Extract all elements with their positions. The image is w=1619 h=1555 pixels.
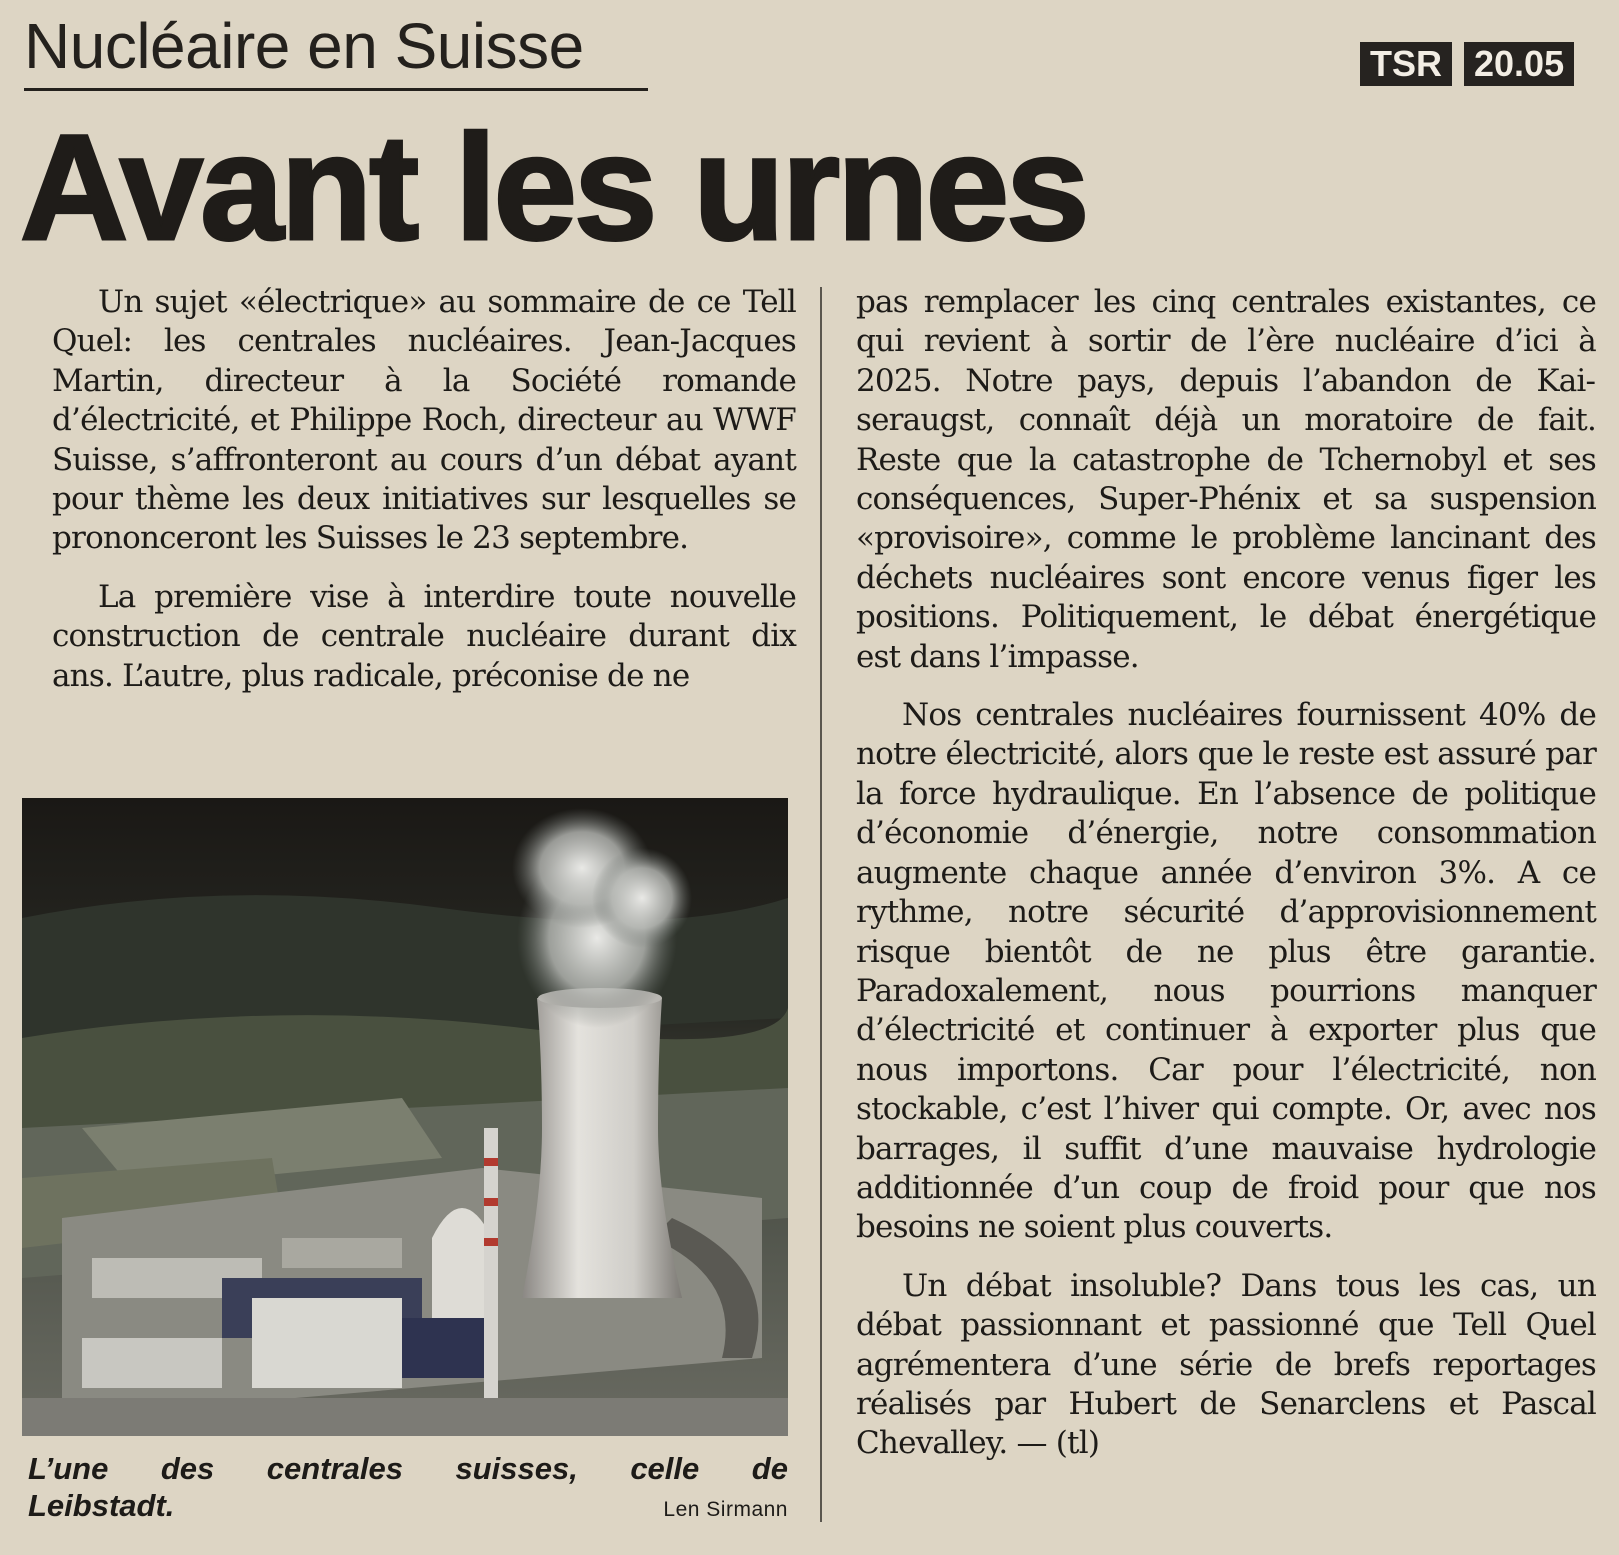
caption-word: L’une <box>28 1451 109 1486</box>
nuclear-plant-photo <box>22 798 788 1436</box>
time-badge: 20.05 <box>1464 42 1575 86</box>
photo-illustration <box>22 798 788 1436</box>
caption-word: centrales <box>266 1451 403 1486</box>
channel-badge: TSR <box>1360 42 1452 86</box>
left-column: Un sujet «électrique» au sommaire de ce … <box>52 283 797 696</box>
left-paragraph-2: La première vise à interdire toute nouve… <box>52 578 797 694</box>
kicker-underline <box>24 88 648 91</box>
column-divider <box>820 287 822 1522</box>
broadcast-info: TSR 20.05 <box>1360 42 1575 86</box>
caption-word: suisses, <box>455 1451 578 1486</box>
photo-credit: Len Sirmann <box>663 1498 788 1521</box>
right-paragraph-3: Un débat insoluble? Dans tous les cas, u… <box>856 1267 1597 1462</box>
photo-caption: L’une des centrales suisses, celle de Le… <box>28 1450 788 1528</box>
right-paragraph-1: pas remplacer les cinq centrales existan… <box>856 284 1597 675</box>
caption-line-1: L’une des centrales suisses, celle de <box>28 1450 788 1487</box>
left-paragraph-1: Un sujet «électrique» au sommaire de ce … <box>52 284 797 557</box>
caption-line-2: Leibstadt. Len Sirmann <box>28 1487 788 1528</box>
kicker-title: Nucléaire en Suisse <box>24 10 584 82</box>
right-column: pas remplacer les cinq centrales existan… <box>856 283 1597 1464</box>
caption-word: de <box>751 1451 788 1486</box>
caption-word: des <box>160 1451 215 1486</box>
caption-place: Leibstadt. <box>28 1488 175 1523</box>
caption-word: celle <box>630 1451 700 1486</box>
right-paragraph-2: Nos centrales nucléaires fournissent 40%… <box>856 697 1597 1246</box>
headline: Avant les urnes <box>19 103 1092 271</box>
